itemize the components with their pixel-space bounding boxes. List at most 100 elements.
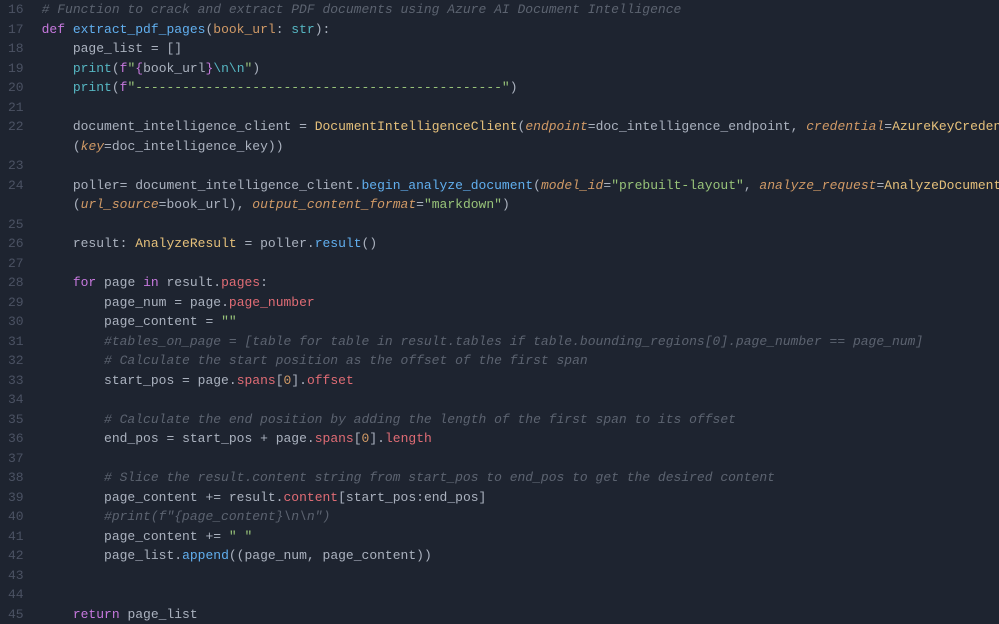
code-line[interactable] [42, 585, 995, 605]
code-token: . [377, 431, 385, 446]
code-line[interactable] [42, 390, 995, 410]
code-token: = [120, 178, 136, 193]
code-token: result [166, 275, 213, 290]
code-token: = [104, 139, 112, 154]
code-token: # Calculate the start position as the of… [104, 353, 588, 368]
code-token: AnalyzeDocumentRequest [884, 178, 999, 193]
code-line[interactable]: # Calculate the start position as the of… [42, 351, 995, 371]
code-line[interactable]: page_content = "" [42, 312, 995, 332]
code-line[interactable]: start_pos = page.spans[0].offset [42, 371, 995, 391]
code-token: "prebuilt-layout" [611, 178, 744, 193]
code-editor[interactable]: 1617181920212223242526272829303132333435… [0, 0, 999, 624]
code-line[interactable] [42, 98, 995, 118]
line-number: 41 [8, 527, 24, 547]
code-token: document_intelligence_client [135, 178, 353, 193]
line-number: 25 [8, 215, 24, 235]
code-line[interactable]: page_content += result.content[start_pos… [42, 488, 995, 508]
code-token: " " [229, 529, 252, 544]
code-line[interactable] [42, 215, 995, 235]
line-number [8, 195, 24, 215]
code-token: page_content [104, 490, 205, 505]
code-line[interactable]: page_content += " " [42, 527, 995, 547]
code-token: . [174, 548, 182, 563]
code-line[interactable] [42, 449, 995, 469]
code-token: , [791, 119, 807, 134]
line-number: 44 [8, 585, 24, 605]
code-token: AnalyzeResult [135, 236, 236, 251]
line-number: 37 [8, 449, 24, 469]
code-line[interactable]: # Function to crack and extract PDF docu… [42, 0, 995, 20]
code-line[interactable]: def extract_pdf_pages(book_url: str): [42, 20, 995, 40]
code-line[interactable]: (url_source=book_url), output_content_fo… [42, 195, 995, 215]
line-number: 29 [8, 293, 24, 313]
line-number: 16 [8, 0, 24, 20]
line-number: 42 [8, 546, 24, 566]
code-token: = [166, 431, 182, 446]
code-token: = [237, 236, 260, 251]
code-line[interactable]: document_intelligence_client = DocumentI… [42, 117, 995, 137]
code-token: extract_pdf_pages [73, 22, 206, 37]
code-line[interactable]: poller= document_intelligence_client.beg… [42, 176, 995, 196]
code-line[interactable]: # Calculate the end position by adding t… [42, 410, 995, 430]
code-token: )) [268, 139, 284, 154]
code-token: = [884, 119, 892, 134]
code-token: pages [221, 275, 260, 290]
line-number: 32 [8, 351, 24, 371]
line-number: 20 [8, 78, 24, 98]
code-token: ) [502, 197, 510, 212]
code-line[interactable]: for page in result.pages: [42, 273, 995, 293]
code-line[interactable]: page_list.append((page_num, page_content… [42, 546, 995, 566]
line-number: 40 [8, 507, 24, 527]
line-number: 27 [8, 254, 24, 274]
code-line[interactable]: # Slice the result.content string from s… [42, 468, 995, 488]
code-line[interactable]: (key=doc_intelligence_key)) [42, 137, 995, 157]
code-token: = [182, 373, 198, 388]
code-token: (( [229, 548, 245, 563]
code-token: key [81, 139, 104, 154]
code-token: spans [237, 373, 276, 388]
code-token: + [260, 431, 276, 446]
line-number: 28 [8, 273, 24, 293]
line-number: 21 [8, 98, 24, 118]
code-token: = [299, 119, 315, 134]
code-line[interactable]: end_pos = start_pos + page.spans[0].leng… [42, 429, 995, 449]
code-token: analyze_request [759, 178, 876, 193]
code-token: end_pos [424, 490, 479, 505]
code-token: . [229, 373, 237, 388]
code-line[interactable]: print(f"{book_url}\n\n") [42, 59, 995, 79]
code-line[interactable]: print(f"--------------------------------… [42, 78, 995, 98]
code-line[interactable]: return page_list [42, 605, 995, 624]
code-line[interactable]: #tables_on_page = [table for table in re… [42, 332, 995, 352]
code-line[interactable]: page_num = page.page_number [42, 293, 995, 313]
code-token: () [362, 236, 378, 251]
code-line[interactable] [42, 254, 995, 274]
code-token: = [588, 119, 596, 134]
code-token: ] [479, 490, 487, 505]
line-number: 43 [8, 566, 24, 586]
code-token: [ [354, 431, 362, 446]
code-token: ): [315, 22, 331, 37]
line-number: 23 [8, 156, 24, 176]
code-token: return [73, 607, 128, 622]
code-line[interactable] [42, 156, 995, 176]
code-token: = [416, 197, 424, 212]
code-token: . [307, 431, 315, 446]
code-token: = [174, 295, 190, 310]
code-token: page_num [244, 548, 306, 563]
line-number: 19 [8, 59, 24, 79]
code-token: . [299, 373, 307, 388]
code-line[interactable]: page_list = [] [42, 39, 995, 59]
code-token: length [385, 431, 432, 446]
line-number: 39 [8, 488, 24, 508]
code-token: append [182, 548, 229, 563]
line-number: 35 [8, 410, 24, 430]
code-token: ) [252, 61, 260, 76]
code-token: str [291, 22, 314, 37]
code-token: page [190, 295, 221, 310]
code-area[interactable]: # Function to crack and extract PDF docu… [38, 0, 999, 624]
code-line[interactable]: result: AnalyzeResult = poller.result() [42, 234, 995, 254]
code-token: page_content [104, 529, 205, 544]
code-token: doc_intelligence_key [112, 139, 268, 154]
code-line[interactable]: #print(f"{page_content}\n\n") [42, 507, 995, 527]
code-line[interactable] [42, 566, 995, 586]
